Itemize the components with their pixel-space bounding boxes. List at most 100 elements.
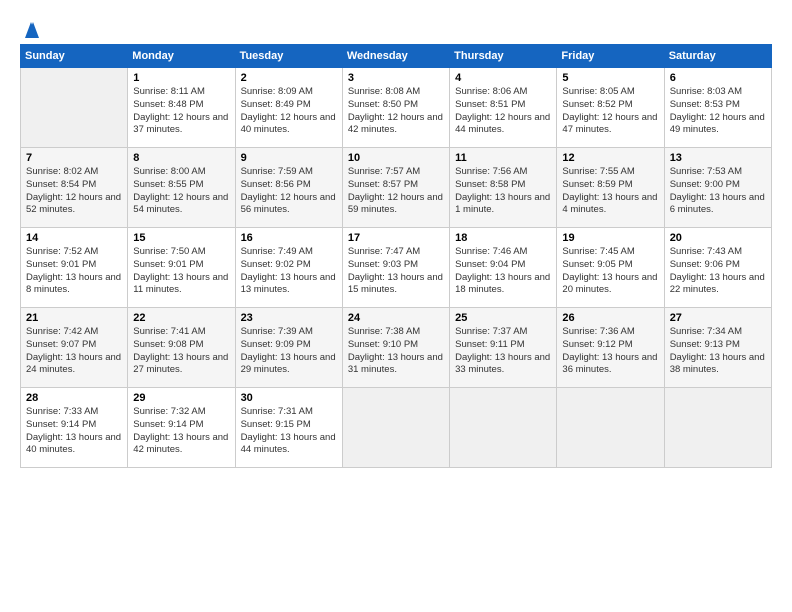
day-info: Sunrise: 8:08 AMSunset: 8:50 PMDaylight:… [348, 86, 444, 137]
calendar-cell: 6 Sunrise: 8:03 AMSunset: 8:53 PMDaylight… [664, 68, 771, 148]
calendar-cell [664, 388, 771, 468]
weekday-header-friday: Friday [557, 45, 664, 68]
calendar-cell: 18 Sunrise: 7:46 AMSunset: 9:04 PMDayligh… [450, 228, 557, 308]
day-info: Sunrise: 7:41 AMSunset: 9:08 PMDaylight:… [133, 326, 229, 377]
week-row-4: 21 Sunrise: 7:42 AMSunset: 9:07 PMDayligh… [21, 308, 772, 388]
day-number: 15 [133, 232, 229, 244]
day-info: Sunrise: 7:46 AMSunset: 9:04 PMDaylight:… [455, 246, 551, 297]
day-info: Sunrise: 8:09 AMSunset: 8:49 PMDaylight:… [241, 86, 337, 137]
day-number: 25 [455, 312, 551, 324]
day-info: Sunrise: 7:57 AMSunset: 8:57 PMDaylight:… [348, 166, 444, 217]
calendar-cell: 12 Sunrise: 7:55 AMSunset: 8:59 PMDayligh… [557, 148, 664, 228]
calendar-cell: 29 Sunrise: 7:32 AMSunset: 9:14 PMDayligh… [128, 388, 235, 468]
calendar-cell: 27 Sunrise: 7:34 AMSunset: 9:13 PMDayligh… [664, 308, 771, 388]
calendar-cell [342, 388, 449, 468]
day-number: 7 [26, 152, 122, 164]
calendar-table: SundayMondayTuesdayWednesdayThursdayFrid… [20, 44, 772, 468]
day-info: Sunrise: 7:45 AMSunset: 9:05 PMDaylight:… [562, 246, 658, 297]
day-info: Sunrise: 7:52 AMSunset: 9:01 PMDaylight:… [26, 246, 122, 297]
calendar-cell: 10 Sunrise: 7:57 AMSunset: 8:57 PMDayligh… [342, 148, 449, 228]
day-number: 29 [133, 392, 229, 404]
calendar-cell: 25 Sunrise: 7:37 AMSunset: 9:11 PMDayligh… [450, 308, 557, 388]
calendar-cell: 28 Sunrise: 7:33 AMSunset: 9:14 PMDayligh… [21, 388, 128, 468]
weekday-header-thursday: Thursday [450, 45, 557, 68]
day-number: 11 [455, 152, 551, 164]
calendar-cell: 22 Sunrise: 7:41 AMSunset: 9:08 PMDayligh… [128, 308, 235, 388]
day-info: Sunrise: 7:43 AMSunset: 9:06 PMDaylight:… [670, 246, 766, 297]
logo [20, 20, 41, 34]
day-number: 17 [348, 232, 444, 244]
day-number: 3 [348, 72, 444, 84]
day-number: 12 [562, 152, 658, 164]
calendar-cell: 11 Sunrise: 7:56 AMSunset: 8:58 PMDayligh… [450, 148, 557, 228]
day-info: Sunrise: 8:03 AMSunset: 8:53 PMDaylight:… [670, 86, 766, 137]
calendar-cell: 1Sunrise: 8:11 AMSunset: 8:48 PMDaylight… [128, 68, 235, 148]
calendar-cell: 5 Sunrise: 8:05 AMSunset: 8:52 PMDaylight… [557, 68, 664, 148]
day-info: Sunrise: 7:34 AMSunset: 9:13 PMDaylight:… [670, 326, 766, 377]
day-number: 8 [133, 152, 229, 164]
day-info: Sunrise: 7:32 AMSunset: 9:14 PMDaylight:… [133, 406, 229, 457]
day-number: 22 [133, 312, 229, 324]
day-number: 21 [26, 312, 122, 324]
calendar-cell: 7Sunrise: 8:02 AMSunset: 8:54 PMDaylight… [21, 148, 128, 228]
calendar-cell: 21 Sunrise: 7:42 AMSunset: 9:07 PMDayligh… [21, 308, 128, 388]
week-row-1: 1Sunrise: 8:11 AMSunset: 8:48 PMDaylight… [21, 68, 772, 148]
day-info: Sunrise: 7:55 AMSunset: 8:59 PMDaylight:… [562, 166, 658, 217]
calendar-cell: 3 Sunrise: 8:08 AMSunset: 8:50 PMDaylight… [342, 68, 449, 148]
day-number: 9 [241, 152, 337, 164]
day-info: Sunrise: 7:42 AMSunset: 9:07 PMDaylight:… [26, 326, 122, 377]
day-number: 1 [133, 72, 229, 84]
calendar-cell: 30Sunrise: 7:31 AMSunset: 9:15 PMDayligh… [235, 388, 342, 468]
day-number: 16 [241, 232, 337, 244]
day-info: Sunrise: 7:33 AMSunset: 9:14 PMDaylight:… [26, 406, 122, 457]
calendar-cell: 19 Sunrise: 7:45 AMSunset: 9:05 PMDayligh… [557, 228, 664, 308]
calendar-cell: 17 Sunrise: 7:47 AMSunset: 9:03 PMDayligh… [342, 228, 449, 308]
day-info: Sunrise: 7:39 AMSunset: 9:09 PMDaylight:… [241, 326, 337, 377]
calendar-cell: 8Sunrise: 8:00 AMSunset: 8:55 PMDaylight… [128, 148, 235, 228]
day-number: 13 [670, 152, 766, 164]
day-number: 19 [562, 232, 658, 244]
weekday-header-monday: Monday [128, 45, 235, 68]
day-number: 28 [26, 392, 122, 404]
day-number: 6 [670, 72, 766, 84]
day-number: 24 [348, 312, 444, 324]
day-number: 4 [455, 72, 551, 84]
calendar-cell [557, 388, 664, 468]
day-info: Sunrise: 7:36 AMSunset: 9:12 PMDaylight:… [562, 326, 658, 377]
calendar-cell: 23 Sunrise: 7:39 AMSunset: 9:09 PMDayligh… [235, 308, 342, 388]
header [20, 20, 772, 34]
logo-icon [21, 20, 41, 38]
week-row-5: 28 Sunrise: 7:33 AMSunset: 9:14 PMDayligh… [21, 388, 772, 468]
day-number: 23 [241, 312, 337, 324]
calendar-cell: 9 Sunrise: 7:59 AMSunset: 8:56 PMDaylight… [235, 148, 342, 228]
weekday-header-saturday: Saturday [664, 45, 771, 68]
weekday-header-row: SundayMondayTuesdayWednesdayThursdayFrid… [21, 45, 772, 68]
calendar-cell: 24 Sunrise: 7:38 AMSunset: 9:10 PMDayligh… [342, 308, 449, 388]
weekday-header-sunday: Sunday [21, 45, 128, 68]
calendar-cell: 4Sunrise: 8:06 AMSunset: 8:51 PMDaylight… [450, 68, 557, 148]
calendar-cell: 16Sunrise: 7:49 AMSunset: 9:02 PMDayligh… [235, 228, 342, 308]
day-number: 5 [562, 72, 658, 84]
day-number: 14 [26, 232, 122, 244]
calendar-cell [21, 68, 128, 148]
day-number: 30 [241, 392, 337, 404]
day-info: Sunrise: 8:05 AMSunset: 8:52 PMDaylight:… [562, 86, 658, 137]
day-number: 18 [455, 232, 551, 244]
calendar-cell: 15Sunrise: 7:50 AMSunset: 9:01 PMDayligh… [128, 228, 235, 308]
day-info: Sunrise: 7:59 AMSunset: 8:56 PMDaylight:… [241, 166, 337, 217]
weekday-header-wednesday: Wednesday [342, 45, 449, 68]
day-info: Sunrise: 7:56 AMSunset: 8:58 PMDaylight:… [455, 166, 551, 217]
calendar-cell [450, 388, 557, 468]
day-info: Sunrise: 7:47 AMSunset: 9:03 PMDaylight:… [348, 246, 444, 297]
day-info: Sunrise: 7:37 AMSunset: 9:11 PMDaylight:… [455, 326, 551, 377]
day-number: 27 [670, 312, 766, 324]
day-info: Sunrise: 7:38 AMSunset: 9:10 PMDaylight:… [348, 326, 444, 377]
week-row-2: 7Sunrise: 8:02 AMSunset: 8:54 PMDaylight… [21, 148, 772, 228]
day-info: Sunrise: 7:53 AMSunset: 9:00 PMDaylight:… [670, 166, 766, 217]
day-number: 2 [241, 72, 337, 84]
calendar-cell: 13 Sunrise: 7:53 AMSunset: 9:00 PMDayligh… [664, 148, 771, 228]
day-number: 10 [348, 152, 444, 164]
calendar-cell: 2 Sunrise: 8:09 AMSunset: 8:49 PMDaylight… [235, 68, 342, 148]
day-number: 20 [670, 232, 766, 244]
day-number: 26 [562, 312, 658, 324]
